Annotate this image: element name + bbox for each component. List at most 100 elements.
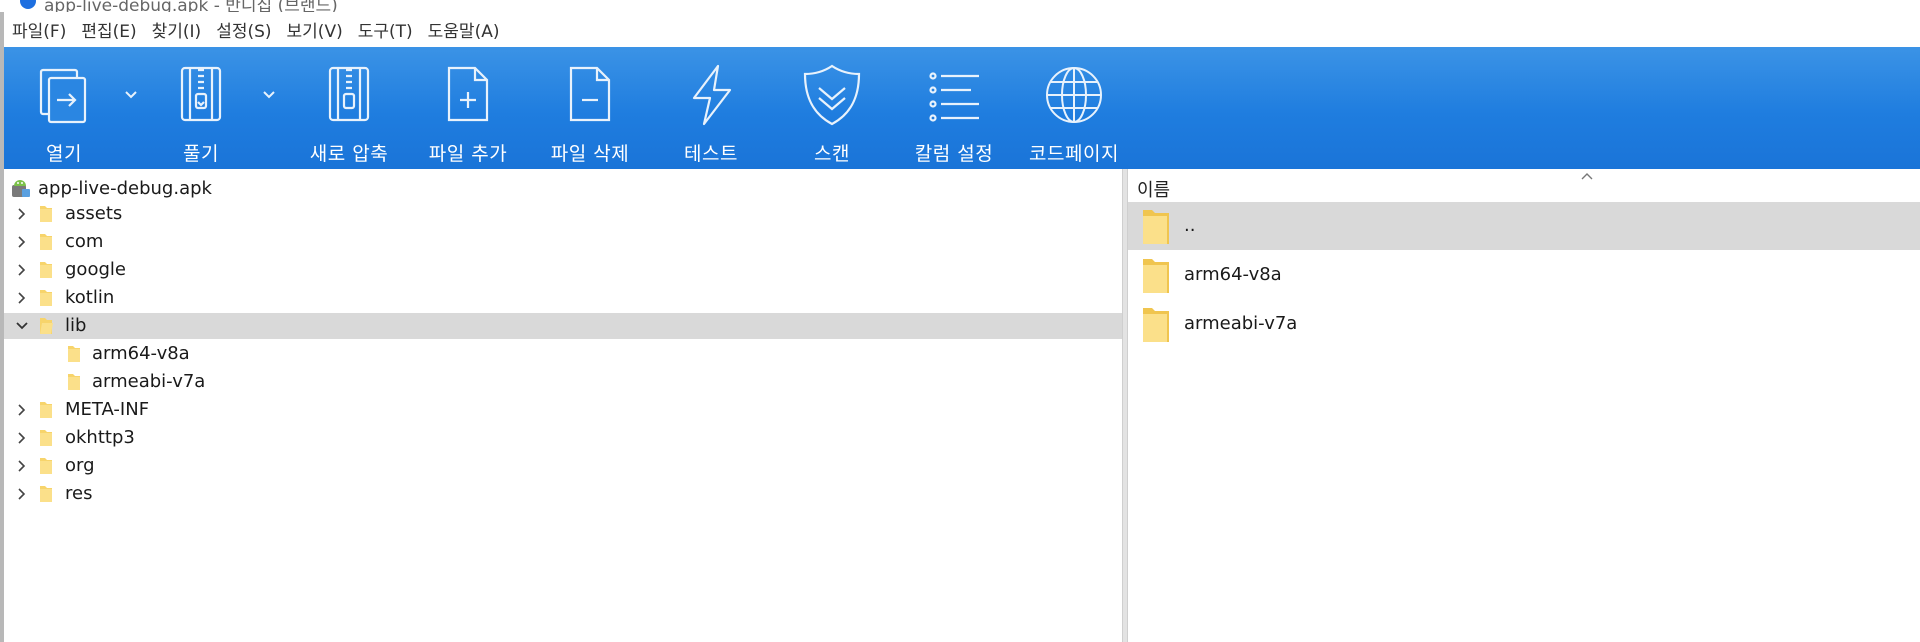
tree-item-arm64-v8a[interactable]: arm64-v8a (4, 341, 1122, 367)
menu-bar: 파일(F) 편집(E) 찾기(I) 설정(S) 보기(V) 도구(T) 도움말(… (4, 14, 506, 48)
menu-edit[interactable]: 편집(E) (73, 14, 143, 48)
chevron-right-icon[interactable] (14, 290, 30, 306)
menu-view[interactable]: 보기(V) (279, 14, 350, 48)
folder-icon (40, 486, 52, 502)
new-archive-zip-icon (328, 66, 370, 122)
chevron-right-icon[interactable] (14, 234, 30, 250)
file-row-label: arm64-v8a (1184, 264, 1282, 285)
folder-icon (40, 430, 52, 446)
tree-item-label: res (65, 483, 93, 504)
app-icon (20, 0, 36, 9)
tree-item-armeabi-v7a[interactable]: armeabi-v7a (4, 369, 1122, 395)
folder-icon (68, 374, 80, 390)
open-label: 열기 (46, 143, 82, 165)
extract-dropdown-chevron-icon[interactable] (258, 83, 280, 105)
shield-icon (803, 64, 861, 126)
toolbar: 열기 풀기 새로 압축 파일 추가 파일 삭제 테스트 스캔 칼럼 설정 코드페… (4, 47, 1920, 169)
folder-icon (40, 290, 52, 306)
chevron-down-icon[interactable] (14, 318, 30, 334)
open-archive-icon (39, 68, 87, 124)
tree-item-kotlin[interactable]: kotlin (4, 285, 1122, 311)
file-row-arm64-v8a[interactable]: arm64-v8a (1128, 251, 1920, 299)
tree-item-label: com (65, 231, 104, 252)
menu-help[interactable]: 도움말(A) (420, 14, 507, 48)
extract-button[interactable]: 풀기 (151, 47, 251, 169)
test-label: 테스트 (684, 143, 738, 165)
column-header-name[interactable]: 이름 (1128, 169, 1920, 201)
column-settings-label: 칼럼 설정 (914, 143, 994, 165)
open-button[interactable]: 열기 (14, 47, 114, 169)
tree-item-label: META-INF (65, 399, 150, 420)
file-row-armeabi-v7a[interactable]: armeabi-v7a (1128, 300, 1920, 348)
tree-item-res[interactable]: res (4, 481, 1122, 507)
folder-icon (68, 346, 80, 362)
menu-tools[interactable]: 도구(T) (350, 14, 420, 48)
tree-root-item[interactable]: app-live-debug.apk (10, 175, 212, 201)
folder-icon (40, 402, 52, 418)
tree-item-com[interactable]: com (4, 229, 1122, 255)
codepage-button[interactable]: 코드페이지 (1018, 47, 1130, 169)
folder-tree-panel: app-live-debug.apk assets com google kot… (4, 169, 1122, 642)
delete-file-icon (569, 66, 611, 122)
tree-item-label: lib (65, 315, 87, 336)
android-apk-icon (12, 180, 30, 197)
file-row-parent[interactable]: .. (1128, 202, 1920, 250)
folder-open-icon (40, 318, 53, 334)
tree-item-label: okhttp3 (65, 427, 135, 448)
chevron-right-icon[interactable] (14, 262, 30, 278)
menu-file[interactable]: 파일(F) (4, 14, 73, 48)
new-archive-label: 새로 압축 (309, 143, 389, 165)
tree-item-label: org (65, 455, 95, 476)
delete-file-button[interactable]: 파일 삭제 (540, 47, 640, 169)
tree-item-label: assets (65, 203, 123, 224)
file-row-label: armeabi-v7a (1184, 313, 1298, 334)
title-bar: app-live-debug.apk - 반디집 (브랜드) (0, 0, 1920, 12)
folder-icon (40, 206, 52, 222)
tree-item-lib[interactable]: lib (4, 313, 1122, 339)
extract-label: 풀기 (183, 143, 219, 165)
file-row-label: .. (1184, 215, 1196, 236)
globe-icon (1046, 67, 1102, 123)
window-title: app-live-debug.apk - 반디집 (브랜드) (44, 0, 338, 12)
test-button[interactable]: 테스트 (661, 47, 761, 169)
new-archive-button[interactable]: 새로 압축 (294, 47, 404, 169)
tree-item-label: arm64-v8a (92, 343, 190, 364)
tree-item-label: google (65, 259, 126, 280)
tree-item-assets[interactable]: assets (4, 201, 1122, 227)
chevron-right-icon[interactable] (14, 430, 30, 446)
tree-item-okhttp3[interactable]: okhttp3 (4, 425, 1122, 451)
folder-icon (1143, 308, 1169, 342)
file-list-panel: 이름 .. arm64-v8a armeabi-v7a (1128, 169, 1920, 642)
chevron-right-icon[interactable] (14, 486, 30, 502)
column-header-label: 이름 (1137, 180, 1171, 201)
column-settings-button[interactable]: 칼럼 설정 (899, 47, 1009, 169)
delete-file-label: 파일 삭제 (550, 143, 630, 165)
tree-item-label: armeabi-v7a (92, 371, 206, 392)
chevron-right-icon[interactable] (14, 458, 30, 474)
chevron-right-icon[interactable] (14, 402, 30, 418)
add-file-label: 파일 추가 (428, 143, 508, 165)
scan-button[interactable]: 스캔 (782, 47, 882, 169)
folder-icon (1143, 210, 1169, 244)
open-dropdown-chevron-icon[interactable] (120, 83, 142, 105)
folder-icon (40, 458, 52, 474)
folder-icon (40, 234, 52, 250)
tree-item-meta-inf[interactable]: META-INF (4, 397, 1122, 423)
chevron-right-icon[interactable] (14, 206, 30, 222)
menu-settings[interactable]: 설정(S) (208, 14, 278, 48)
lightning-icon (692, 64, 732, 126)
sort-ascending-icon (1581, 173, 1593, 180)
tree-item-label: kotlin (65, 287, 115, 308)
folder-icon (1143, 259, 1169, 293)
add-file-button[interactable]: 파일 추가 (418, 47, 518, 169)
scan-label: 스캔 (814, 143, 850, 165)
menu-find[interactable]: 찾기(I) (144, 14, 209, 48)
tree-item-google[interactable]: google (4, 257, 1122, 283)
codepage-label: 코드페이지 (1029, 143, 1119, 165)
tree-item-org[interactable]: org (4, 453, 1122, 479)
extract-zip-icon (180, 66, 222, 122)
list-columns-icon (929, 72, 979, 122)
tree-root-label: app-live-debug.apk (38, 177, 212, 199)
add-file-icon (447, 66, 489, 122)
folder-icon (40, 262, 52, 278)
